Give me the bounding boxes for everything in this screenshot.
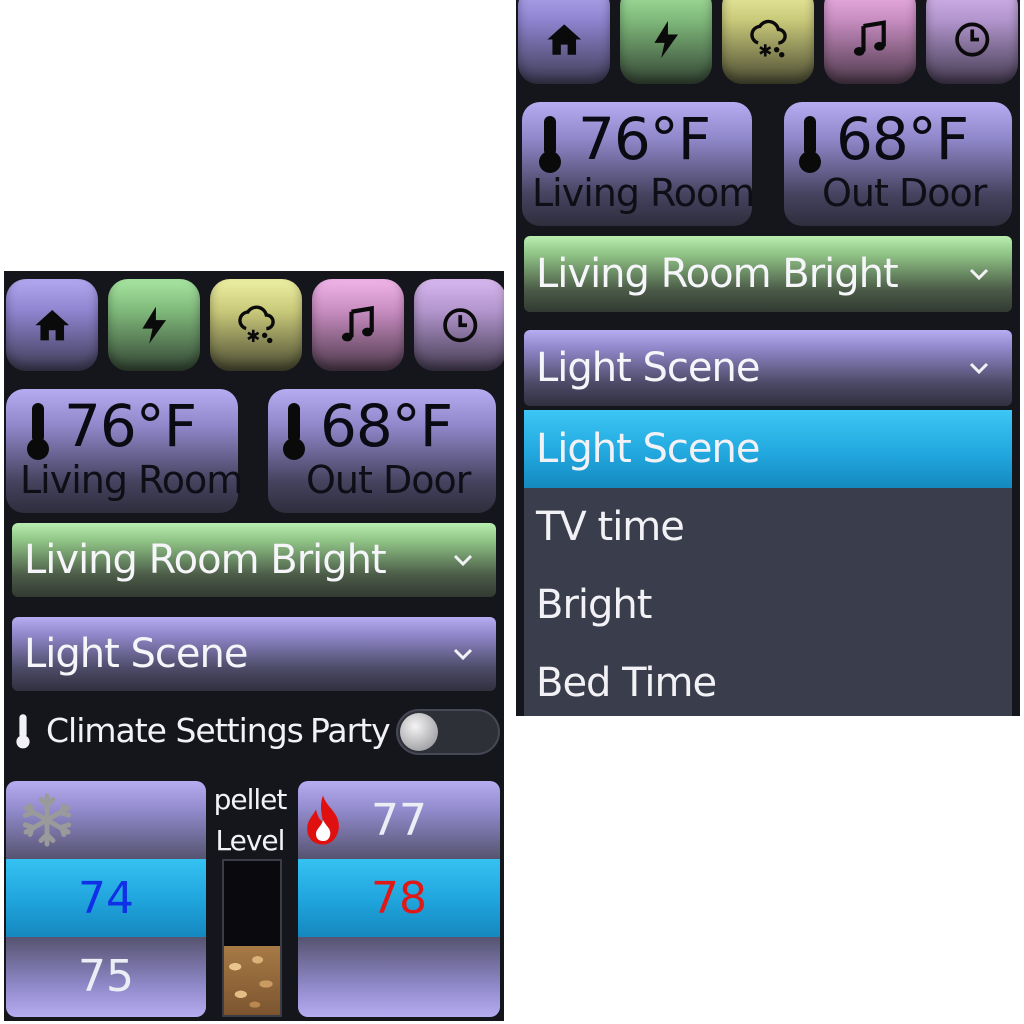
option-label: Bed Time: [536, 660, 717, 706]
light-scene-option[interactable]: TV time: [524, 488, 1012, 566]
snow-cloud-icon: ✱: [750, 20, 787, 61]
picker-row-selected[interactable]: 78: [298, 859, 500, 937]
nav-climate-button[interactable]: ✱: [210, 279, 302, 371]
nav-climate-button[interactable]: ✱: [722, 0, 814, 84]
cooling-setpoint-picker[interactable]: 74 75: [6, 781, 206, 1017]
clock-icon: [442, 307, 478, 343]
heating-value-top: 77: [371, 795, 427, 846]
clock-icon: [954, 22, 990, 58]
cooling-value-bottom: 75: [78, 951, 134, 1002]
living-room-temp-label: Living Room: [532, 171, 755, 215]
pellet-level-gauge: [222, 859, 282, 1017]
nav-music-button[interactable]: [312, 279, 404, 371]
music-note-icon: [341, 305, 374, 342]
snow-cloud-icon: ✱: [238, 305, 275, 345]
climate-screen: ✱ 76°F Living Room 68°F Out Door Living …: [4, 271, 504, 1021]
living-room-temp-label: Living Room: [20, 458, 243, 502]
picker-row-bottom[interactable]: 75: [6, 937, 206, 1017]
light-scene-screen: ✱ 76°F Living Room 68°F Out Door Living …: [516, 0, 1020, 716]
lightning-icon: [654, 21, 678, 59]
climate-settings-label: Climate Settings: [46, 711, 304, 750]
home-icon: [35, 309, 69, 341]
living-room-temp-value: 76°F: [578, 105, 711, 173]
thermometer-icon: [16, 714, 30, 749]
pellet-label-line1: pellet: [213, 783, 288, 816]
scene-dropdown[interactable]: Living Room Bright: [524, 236, 1012, 312]
scene-dropdown-value: Living Room Bright: [24, 537, 387, 583]
chevron-down-icon: [969, 362, 989, 375]
out-door-temp-value: 68°F: [836, 105, 969, 173]
living-room-temp-card[interactable]: 76°F Living Room: [6, 389, 243, 513]
chevron-down-icon: [453, 554, 473, 567]
picker-row-selected[interactable]: 74: [6, 859, 206, 937]
light-scene-options-list: Light Scene TV time Bright Bed Time: [524, 410, 1012, 716]
option-label: Bright: [536, 582, 652, 628]
chevron-down-icon: [969, 268, 989, 281]
out-door-temp-label: Out Door: [822, 171, 987, 215]
light-scene-dropdown-value: Light Scene: [24, 631, 248, 677]
picker-row-top[interactable]: [6, 781, 206, 859]
option-label: TV time: [536, 504, 685, 550]
heating-value-selected: 78: [371, 873, 427, 924]
out-door-temp-card[interactable]: 68°F Out Door: [268, 389, 496, 513]
pellet-level-label: pellet Level: [210, 779, 290, 861]
thermometer-icon: [799, 116, 821, 173]
scene-dropdown[interactable]: Living Room Bright: [12, 523, 496, 597]
snowflake-icon: [22, 793, 72, 847]
music-note-icon: [853, 20, 886, 57]
light-scene-option[interactable]: Bed Time: [524, 644, 1012, 716]
pellet-label-line2: Level: [215, 824, 286, 857]
thermometer-icon: [283, 403, 305, 460]
light-scene-dropdown-value: Light Scene: [536, 345, 760, 391]
thermometer-icon: [27, 403, 49, 460]
scene-dropdown-value: Living Room Bright: [536, 251, 899, 297]
out-door-temp-card[interactable]: 68°F Out Door: [784, 102, 1012, 226]
svg-text:✱: ✱: [758, 41, 772, 61]
option-label: Light Scene: [536, 426, 760, 472]
climate-settings-row: Climate Settings Party: [12, 709, 500, 755]
light-scene-option[interactable]: Bright: [524, 566, 1012, 644]
light-scene-dropdown[interactable]: Light Scene: [12, 617, 496, 691]
living-room-temp-value: 76°F: [64, 392, 197, 460]
out-door-temp-label: Out Door: [306, 458, 471, 502]
cooling-value-selected: 74: [78, 873, 134, 924]
party-label: Party: [310, 711, 391, 750]
living-room-temp-card[interactable]: 76°F Living Room: [522, 102, 755, 226]
picker-row-bottom[interactable]: [298, 937, 500, 1017]
light-scene-option[interactable]: Light Scene: [524, 410, 1012, 488]
out-door-temp-value: 68°F: [320, 392, 453, 460]
nav-power-button[interactable]: [620, 0, 712, 84]
nav-home-button[interactable]: [6, 279, 98, 371]
heating-setpoint-picker[interactable]: 77 78: [298, 781, 500, 1017]
chevron-down-icon: [453, 648, 473, 661]
party-toggle[interactable]: [396, 709, 500, 755]
nav-music-button[interactable]: [824, 0, 916, 84]
toggle-knob: [400, 713, 438, 751]
pellet-level-fill: [224, 945, 280, 1015]
nav-schedule-button[interactable]: [414, 279, 504, 371]
light-scene-dropdown[interactable]: Light Scene: [524, 330, 1012, 406]
thermometer-icon: [539, 116, 561, 173]
svg-text:✱: ✱: [246, 326, 260, 345]
nav-power-button[interactable]: [108, 279, 200, 371]
nav-home-button[interactable]: [518, 0, 610, 84]
lightning-icon: [142, 306, 166, 344]
home-icon: [547, 24, 581, 56]
picker-row-top[interactable]: 77: [298, 781, 500, 859]
nav-schedule-button[interactable]: [926, 0, 1018, 84]
